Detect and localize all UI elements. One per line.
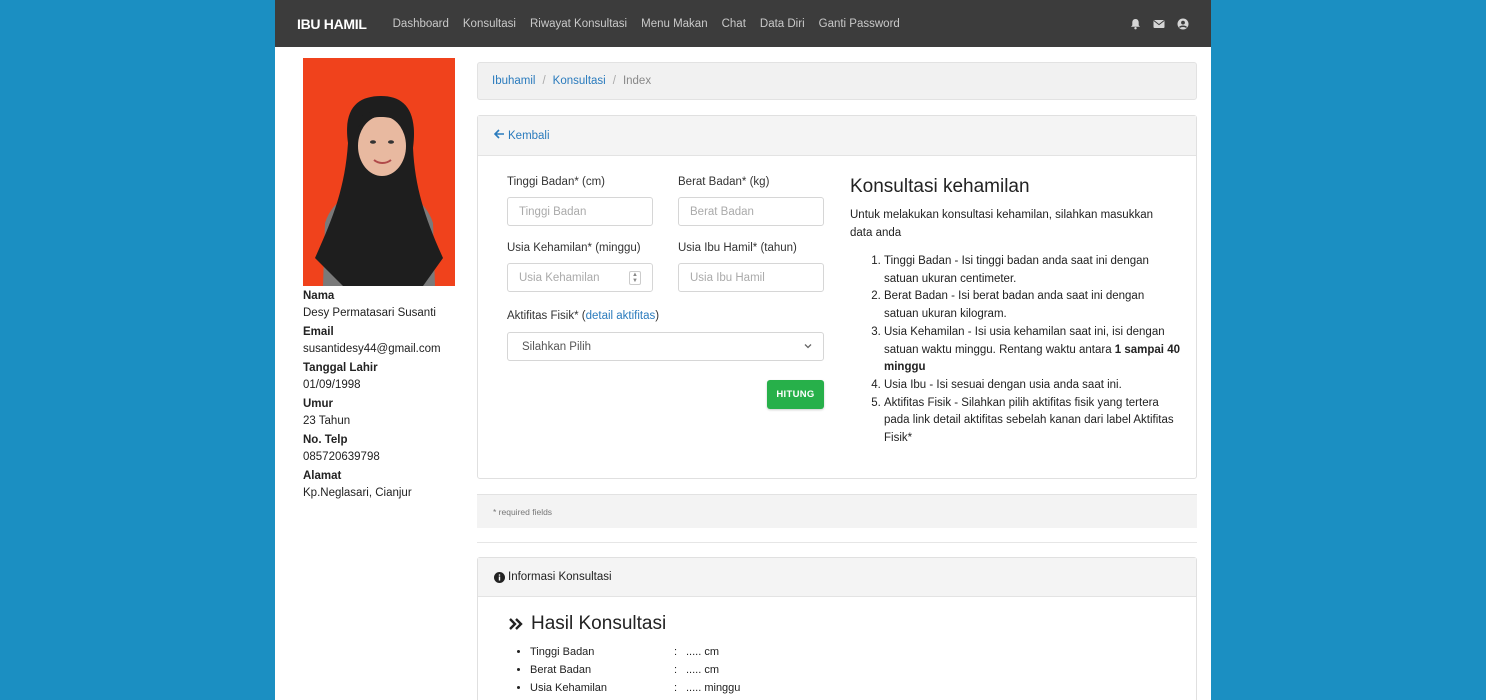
form-card-header: Kembali [478, 116, 1196, 156]
profile-tanggal-lahir-label: Tanggal Lahir [303, 362, 378, 374]
bell-icon[interactable] [1130, 18, 1141, 30]
hasil-row-usia-kehamilan: Usia Kehamilan: ..... minggu [530, 679, 1196, 697]
usia-kehamilan-input[interactable]: Usia Kehamilan ▲ ▼ [507, 263, 653, 292]
usia-ibu-input[interactable]: Usia Ibu Hamil [678, 263, 824, 292]
aktifitas-fisik-label-text: Aktifitas Fisik* ( [507, 310, 586, 322]
nav-chat[interactable]: Chat [722, 18, 746, 30]
info-circle-icon [494, 571, 505, 583]
hasil-row-sep: : [674, 664, 678, 676]
profile-alamat-value: Kp.Neglasari, Cianjur [303, 487, 412, 499]
hasil-row-sep: : [674, 682, 678, 694]
nav-data-diri[interactable]: Data Diri [760, 18, 805, 30]
profile-telp-label: No. Telp [303, 434, 348, 446]
back-link[interactable]: Kembali [493, 129, 550, 142]
form-card-body: Tinggi Badan* (cm) Tinggi Badan Berat Ba… [478, 156, 1196, 478]
chevron-down-icon [803, 341, 813, 354]
berat-badan-input[interactable]: Berat Badan [678, 197, 824, 226]
envelope-icon[interactable] [1153, 19, 1165, 29]
profile-telp-value: 085720639798 [303, 451, 380, 463]
aktifitas-fisik-select-value: Silahkan Pilih [522, 340, 592, 353]
konsultasi-form-card: Kembali Tinggi Badan* (cm) Tinggi Badan … [477, 115, 1197, 479]
nav-ganti-password[interactable]: Ganti Password [819, 18, 900, 30]
profile-photo [303, 58, 455, 286]
tinggi-badan-label: Tinggi Badan* (cm) [507, 176, 606, 188]
hitung-button[interactable]: HITUNG [767, 380, 824, 409]
back-link-label: Kembali [508, 129, 550, 142]
top-navbar: IBU HAMIL Dashboard Konsultasi Riwayat K… [275, 0, 1211, 47]
nav-konsultasi[interactable]: Konsultasi [463, 18, 516, 30]
berat-badan-label: Berat Badan* (kg) [678, 176, 770, 188]
informasi-konsultasi-card: Informasi Konsultasi Hasil Konsultasi Ti… [477, 557, 1197, 700]
informasi-card-title: Informasi Konsultasi [508, 571, 612, 583]
profile-email-value: susantidesy44@gmail.com [303, 343, 441, 355]
hasil-konsultasi-title: Hasil Konsultasi [508, 613, 1196, 635]
nav-menu-makan[interactable]: Menu Makan [641, 18, 707, 30]
hasil-row-tinggi-badan: Tinggi Badan: ..... cm [530, 643, 1196, 661]
profile-sidebar: Nama Desy Permatasari Susanti Email susa… [303, 58, 455, 502]
brand-logo[interactable]: IBU HAMIL [297, 16, 367, 32]
profile-email-label: Email [303, 326, 334, 338]
usia-kehamilan-label: Usia Kehamilan* (minggu) [507, 242, 641, 254]
nav-riwayat-konsultasi[interactable]: Riwayat Konsultasi [530, 18, 627, 30]
main-content: Ibuhamil / Konsultasi / Index Kembali Ti… [477, 62, 1197, 700]
breadcrumb-ibuhamil[interactable]: Ibuhamil [492, 75, 535, 87]
hasil-row-label: Tinggi Badan [530, 646, 595, 658]
hasil-row-label: Berat Badan [530, 664, 592, 676]
hasil-konsultasi-title-text: Hasil Konsultasi [531, 613, 667, 634]
profile-tanggal-lahir-value: 01/09/1998 [303, 379, 361, 391]
nav-dashboard[interactable]: Dashboard [393, 18, 449, 30]
breadcrumb-konsultasi[interactable]: Konsultasi [553, 75, 606, 87]
user-circle-icon[interactable] [1177, 18, 1189, 30]
breadcrumb-separator: / [612, 75, 616, 87]
breadcrumb-separator: / [542, 75, 546, 87]
help-item-usia-ibu: Usia Ibu - Isi sesuai dengan usia anda s… [884, 377, 1180, 395]
usia-ibu-label: Usia Ibu Hamil* (tahun) [678, 242, 797, 254]
profile-umur-value: 23 Tahun [303, 415, 351, 427]
navbar-icons [1130, 18, 1189, 30]
help-list: Tinggi Badan - Isi tinggi badan anda saa… [884, 253, 1180, 448]
double-chevron-right-icon [508, 617, 524, 631]
breadcrumb: Ibuhamil / Konsultasi / Index [477, 62, 1197, 100]
required-fields-note: * required fields [477, 494, 1197, 528]
hasil-row-berat-badan: Berat Badan: ..... cm [530, 661, 1196, 679]
help-item-berat-badan: Berat Badan - Isi berat badan anda saat … [884, 288, 1180, 323]
page-container: IBU HAMIL Dashboard Konsultasi Riwayat K… [275, 0, 1211, 700]
arrow-left-icon [493, 129, 505, 142]
divider [477, 542, 1197, 543]
hasil-row-value: ..... cm [686, 664, 719, 676]
tinggi-badan-input[interactable]: Tinggi Badan [507, 197, 653, 226]
number-spinner-icon[interactable]: ▲ ▼ [629, 271, 641, 285]
hasil-row-value: ..... cm [686, 646, 719, 658]
help-intro: Untuk melakukan konsultasi kehamilan, si… [850, 209, 1153, 239]
breadcrumb-index: Index [622, 75, 652, 87]
help-item-usia-kehamilan: Usia Kehamilan - Isi usia kehamilan saat… [884, 324, 1180, 377]
profile-nama-label: Nama [303, 290, 335, 302]
hasil-row-value: ..... minggu [686, 682, 741, 694]
profile-umur-label: Umur [303, 398, 334, 410]
hasil-list: Tinggi Badan: ..... cm Berat Badan: ..... … [530, 643, 1196, 697]
usia-kehamilan-placeholder: Usia Kehamilan [519, 271, 600, 284]
informasi-card-header: Informasi Konsultasi [478, 558, 1196, 597]
aktifitas-fisik-select[interactable]: Silahkan Pilih [507, 332, 824, 361]
help-item-tinggi-badan: Tinggi Badan - Isi tinggi badan anda saa… [884, 253, 1180, 288]
help-item-aktifitas-fisik: Aktifitas Fisik - Silahkan pilih aktifit… [884, 395, 1180, 448]
profile-alamat-label: Alamat [303, 470, 342, 482]
detail-aktifitas-link[interactable]: detail aktifitas [586, 310, 656, 322]
aktifitas-fisik-label-close: ) [655, 310, 660, 322]
aktifitas-fisik-label: Aktifitas Fisik* (detail aktifitas) [507, 310, 659, 322]
hasil-row-sep: : [674, 646, 678, 658]
hasil-row-label: Usia Kehamilan [530, 682, 608, 694]
profile-nama-value: Desy Permatasari Susanti [303, 307, 436, 319]
help-title: Konsultasi kehamilan [850, 176, 1030, 197]
